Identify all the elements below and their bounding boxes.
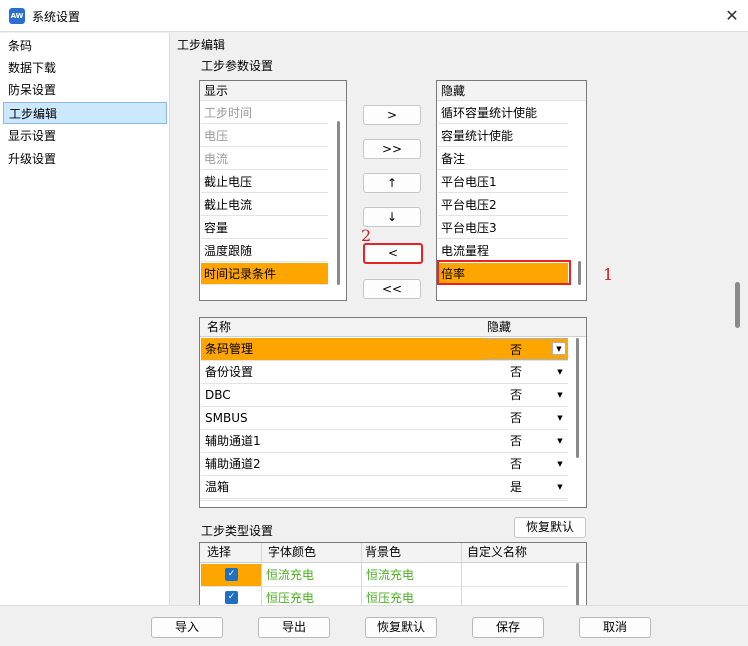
checkbox-checked-icon[interactable]: ✓ [225,568,238,581]
nav-item-foolproof[interactable]: 防呆设置 [3,79,167,101]
section-title: 工步编辑 [177,38,226,52]
restore-default-footer-button[interactable]: 恢复默认 [365,617,437,638]
partial-row [201,500,568,507]
hide-list-item[interactable]: 平台电压3 [438,217,568,239]
hide-list-item[interactable]: 循环容量统计使能 [438,102,568,124]
move-to-hide-button[interactable]: > [363,105,421,125]
table-row[interactable]: 条码管理 否 ▼ [201,338,568,361]
table-row[interactable]: 备份设置 否 ▼ [201,361,568,384]
save-button[interactable]: 保存 [472,617,544,638]
chevron-down-icon[interactable]: ▼ [552,342,566,355]
show-list[interactable]: 显示 工步时间 电压 电流 截止电压 截止电流 容量 温度跟随 时间记录条件 [199,80,347,301]
hidden-value: 是 [510,480,523,494]
table-row[interactable]: SMBUS 否 ▼ [201,407,568,430]
nav-item-display[interactable]: 显示设置 [3,125,167,147]
row-name: DBC [205,388,231,402]
move-down-button[interactable]: ↓ [363,207,421,227]
select-cell: ✓ [201,564,261,586]
show-list-item[interactable]: 电压 [201,125,328,147]
hide-list-item[interactable]: 平台电压1 [438,171,568,193]
nav-item-barcode[interactable]: 条码 [3,35,167,57]
hidden-value: 否 [510,434,523,448]
show-list-item[interactable]: 截止电流 [201,194,328,216]
hide-list-item[interactable]: 容量统计使能 [438,125,568,147]
export-button[interactable]: 导出 [258,617,330,638]
chevron-down-icon[interactable]: ▼ [553,366,567,379]
row-name: 辅助通道1 [205,434,261,448]
nav-item-data-download[interactable]: 数据下载 [3,57,167,79]
settings-nav: 条码 数据下载 防呆设置 工步编辑 显示设置 升级设置 [0,33,170,605]
column-select-header: 选择 [207,545,232,559]
import-button[interactable]: 导入 [151,617,223,638]
hide-settings-grid[interactable]: 名称 隐藏 条码管理 否 ▼ 备份设置 否 ▼ DBC 否 ▼ SMBUS 否 … [199,317,587,508]
hide-list-header: 隐藏 [437,81,586,101]
chevron-down-icon[interactable]: ▼ [553,435,567,448]
show-list-header: 显示 [200,81,346,101]
row-name: 辅助通道2 [205,457,261,471]
row-name: 备份设置 [205,365,254,379]
row-name: 温箱 [205,480,230,494]
grid-header: 名称 隐藏 [200,318,586,337]
hidden-value: 否 [510,411,523,425]
show-list-scrollbar[interactable] [337,121,340,285]
hidden-value: 否 [510,457,523,471]
hidden-value: 否 [510,365,523,379]
grid-header: 选择 字体颜色 背景色 自定义名称 [200,543,586,563]
show-list-item[interactable]: 容量 [201,217,328,239]
annotation-1: 1 [603,265,614,284]
annotation-2: 2 [361,226,372,245]
grid-scrollbar[interactable] [576,563,579,611]
chevron-down-icon[interactable]: ▼ [553,412,567,425]
hide-list-item[interactable]: 平台电压2 [438,194,568,216]
hide-list-item[interactable]: 电流量程 [438,240,568,262]
move-up-button[interactable]: ↑ [363,173,421,193]
cancel-button[interactable]: 取消 [579,617,651,638]
hidden-value: 否 [510,343,523,357]
bg-color-label[interactable]: 恒流充电 [366,564,414,586]
font-color-label[interactable]: 恒流充电 [266,564,314,586]
show-list-item[interactable]: 电流 [201,148,328,170]
window-title: 系统设置 [32,10,81,24]
nav-item-step-edit[interactable]: 工步编辑 [3,102,167,124]
nav-item-upgrade[interactable]: 升级设置 [3,148,167,170]
step-type-grid[interactable]: 选择 字体颜色 背景色 自定义名称 ✓ 恒流充电 恒流充电 ✓ 恒压充电 恒压充… [199,542,587,612]
step-type-section-title: 工步类型设置 [201,524,274,538]
column-bg-color-header: 背景色 [365,545,402,559]
column-font-color-header: 字体颜色 [268,545,317,559]
row-name: SMBUS [205,411,248,425]
app-icon: AW [9,8,25,24]
chevron-down-icon[interactable]: ▼ [553,389,567,402]
hidden-combo[interactable]: 否 ▼ [483,338,568,360]
table-row[interactable]: 辅助通道1 否 ▼ [201,430,568,453]
main-scrollbar[interactable] [735,282,740,328]
show-list-item-selected[interactable]: 时间记录条件 [201,263,328,285]
close-icon[interactable]: ✕ [720,4,744,28]
table-row[interactable]: DBC 否 ▼ [201,384,568,407]
chevron-down-icon[interactable]: ▼ [553,481,567,494]
params-section-title: 工步参数设置 [201,59,274,73]
show-list-item[interactable]: 工步时间 [201,102,328,124]
table-row[interactable]: 辅助通道2 否 ▼ [201,453,568,476]
table-row[interactable]: ✓ 恒流充电 恒流充电 [201,564,568,587]
title-bar: AW 系统设置 ✕ [0,0,748,32]
restore-default-button[interactable]: 恢复默认 [514,517,586,538]
grid-scrollbar[interactable] [576,338,579,458]
hide-list-scrollbar[interactable] [578,261,581,285]
column-name-header: 名称 [207,320,232,334]
move-to-show-button[interactable]: < [363,243,423,264]
chevron-down-icon[interactable]: ▼ [553,458,567,471]
table-row[interactable]: 温箱 是 ▼ [201,476,568,499]
column-custom-name-header: 自定义名称 [467,545,528,559]
show-list-item[interactable]: 截止电压 [201,171,328,193]
move-all-to-show-button[interactable]: << [363,279,421,299]
move-all-to-hide-button[interactable]: >> [363,139,421,159]
highlight-box-1 [437,260,571,285]
hidden-value: 否 [510,388,523,402]
column-hidden-header: 隐藏 [487,320,512,334]
checkbox-checked-icon[interactable]: ✓ [225,591,238,604]
hide-list-item[interactable]: 备注 [438,148,568,170]
row-name: 条码管理 [205,342,254,356]
show-list-item[interactable]: 温度跟随 [201,240,328,262]
